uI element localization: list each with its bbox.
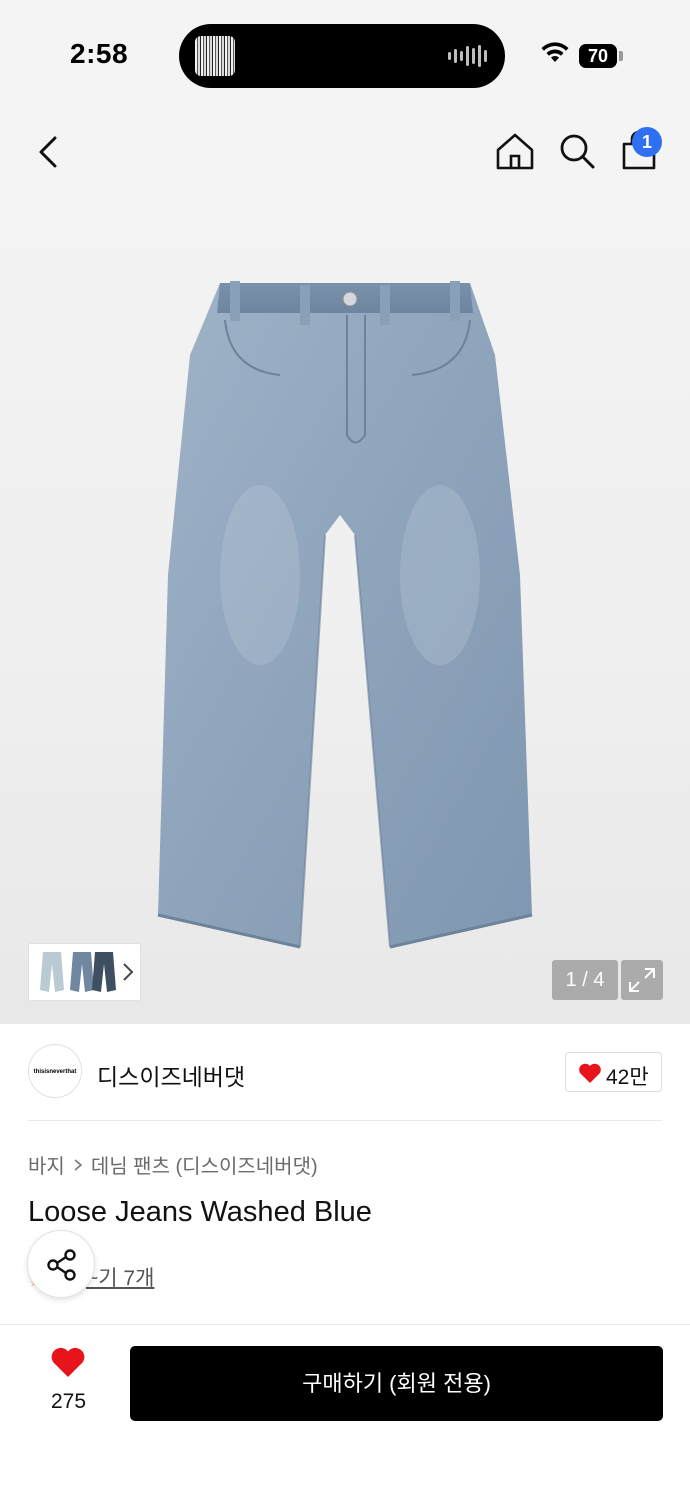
brand-like-count: 42만 <box>606 1066 649 1089</box>
status-time: 2:58 <box>70 38 129 69</box>
divider <box>28 1120 662 1121</box>
status-bar: 2:58 70 <box>0 0 690 110</box>
wifi-icon <box>541 42 569 62</box>
product-title: Loose Jeans Washed Blue <box>28 1196 372 1228</box>
heart-icon <box>579 1063 601 1083</box>
thumbnail-dark-wash[interactable] <box>89 950 119 994</box>
dynamic-island <box>179 24 505 88</box>
brand-row[interactable]: thisisneverthat 디스이즈네버댓 42만 <box>0 1024 690 1120</box>
brand-like-button[interactable]: 42만 <box>565 1052 662 1092</box>
expand-button[interactable] <box>621 960 663 1000</box>
breadcrumb-item-category[interactable]: 바지 <box>28 1150 65 1179</box>
chevron-right-icon <box>74 1158 83 1171</box>
review-link[interactable]: ~기 7개 <box>86 1262 154 1292</box>
chevron-right-icon[interactable] <box>121 961 135 983</box>
share-icon <box>47 1249 76 1281</box>
thumbnail-strip[interactable] <box>28 943 141 1001</box>
product-image <box>157 281 533 949</box>
breadcrumb: 바지 데님 팬츠 (디스이즈네버댓) <box>28 1150 318 1179</box>
heart-icon[interactable] <box>50 1346 86 1378</box>
buy-button[interactable]: 구매하기 (회원 전용) <box>130 1346 663 1421</box>
back-arrow-icon[interactable] <box>30 132 70 172</box>
breadcrumb-item-subcategory[interactable]: 데님 팬츠 (디스이즈네버댓) <box>91 1150 318 1179</box>
expand-icon <box>629 968 655 992</box>
brand-logo[interactable]: thisisneverthat <box>28 1044 82 1098</box>
home-icon[interactable] <box>494 130 536 172</box>
now-playing-artwork <box>195 36 235 76</box>
wish-count: 275 <box>50 1390 87 1413</box>
battery-indicator: 70 <box>579 44 617 68</box>
search-icon[interactable] <box>556 130 598 172</box>
brand-name[interactable]: 디스이즈네버댓 <box>97 1058 245 1092</box>
thumbnail-light-wash[interactable] <box>37 950 67 994</box>
image-counter: 1 / 4 <box>552 960 618 1000</box>
cart-count-badge: 1 <box>632 127 662 157</box>
battery-tip <box>619 51 623 61</box>
share-button[interactable] <box>27 1230 95 1298</box>
audio-waveform-icon <box>448 44 487 68</box>
